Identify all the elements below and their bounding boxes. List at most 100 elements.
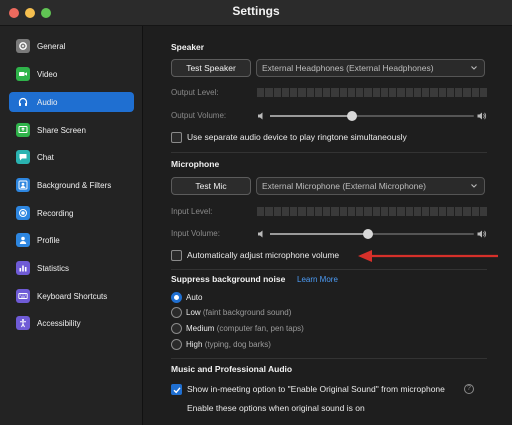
volume-fill bbox=[270, 115, 352, 117]
input-volume-label: Input Volume: bbox=[171, 229, 220, 238]
meter-segment bbox=[389, 207, 397, 216]
sidebar-item-statistics[interactable]: Statistics bbox=[9, 258, 134, 278]
radio-option-name: Medium bbox=[186, 324, 215, 333]
meter-segment bbox=[479, 88, 487, 97]
volume-low-icon bbox=[258, 230, 263, 238]
meter-segment bbox=[413, 207, 421, 216]
volume-high-icon bbox=[477, 230, 487, 238]
meter-segment bbox=[372, 88, 380, 97]
chat-bubble-icon bbox=[16, 150, 30, 164]
meter-segment bbox=[397, 88, 405, 97]
output-level-meter bbox=[257, 88, 487, 97]
meter-segment bbox=[273, 88, 281, 97]
test-speaker-button[interactable]: Test Speaker bbox=[171, 59, 251, 77]
meter-segment bbox=[471, 88, 479, 97]
bar-chart-icon bbox=[16, 261, 30, 275]
noise-option-auto-radio[interactable] bbox=[171, 292, 182, 303]
separate-ringtone-device-checkbox[interactable] bbox=[171, 132, 182, 143]
meter-segment bbox=[405, 207, 413, 216]
sidebar-item-label: Keyboard Shortcuts bbox=[37, 291, 108, 301]
auto-adjust-mic-volume-label: Automatically adjust microphone volume bbox=[187, 250, 340, 260]
gear-icon bbox=[16, 39, 30, 53]
meter-segment bbox=[323, 88, 331, 97]
original-sound-checkbox[interactable] bbox=[171, 384, 182, 395]
radio-option-description: (computer fan, pen taps) bbox=[216, 324, 304, 333]
speaker-section-title: Speaker bbox=[171, 42, 205, 52]
meter-segment bbox=[306, 207, 314, 216]
headphones-icon bbox=[16, 95, 30, 109]
section-divider bbox=[171, 152, 487, 153]
radio-option-description: (faint background sound) bbox=[202, 308, 292, 317]
volume-knob[interactable] bbox=[346, 111, 357, 121]
volume-fill bbox=[270, 233, 368, 235]
meter-segment bbox=[306, 88, 314, 97]
person-background-icon bbox=[16, 178, 30, 192]
sidebar-item-keyboard-shortcuts[interactable]: Keyboard Shortcuts bbox=[9, 286, 134, 306]
separate-ringtone-device-label: Use separate audio device to play ringto… bbox=[187, 132, 407, 142]
sidebar-item-label: Share Screen bbox=[37, 125, 86, 135]
meter-segment bbox=[438, 207, 446, 216]
sidebar-item-chat[interactable]: Chat bbox=[9, 147, 134, 167]
test-mic-button[interactable]: Test Mic bbox=[171, 177, 251, 195]
meter-segment bbox=[380, 88, 388, 97]
person-icon bbox=[16, 233, 30, 247]
noise-option-medium-radio[interactable] bbox=[171, 323, 182, 334]
noise-option-high-label: High (typing, dog barks) bbox=[186, 340, 271, 349]
meter-segment bbox=[298, 207, 306, 216]
sidebar-item-profile[interactable]: Profile bbox=[9, 230, 134, 250]
meter-segment bbox=[331, 88, 339, 97]
learn-more-link[interactable]: Learn More bbox=[297, 275, 338, 284]
microphone-device-value: External Microphone (External Microphone… bbox=[262, 181, 426, 191]
meter-segment bbox=[364, 207, 372, 216]
help-icon[interactable]: ? bbox=[464, 384, 474, 394]
checkmark-icon bbox=[173, 387, 181, 394]
chevron-down-icon bbox=[471, 184, 477, 188]
meter-segment bbox=[290, 207, 298, 216]
output-volume-slider[interactable] bbox=[257, 111, 487, 121]
volume-low-icon bbox=[258, 112, 263, 120]
meter-segment bbox=[339, 207, 347, 216]
sidebar-item-share-screen[interactable]: Share Screen bbox=[9, 120, 134, 140]
meter-segment bbox=[281, 207, 289, 216]
keyboard-icon bbox=[16, 289, 30, 303]
meter-segment bbox=[372, 207, 380, 216]
meter-segment bbox=[455, 207, 463, 216]
auto-adjust-mic-volume-checkbox[interactable] bbox=[171, 250, 182, 261]
record-icon bbox=[16, 206, 30, 220]
radio-option-name: High bbox=[186, 340, 203, 349]
share-screen-icon bbox=[16, 123, 30, 137]
volume-knob[interactable] bbox=[362, 229, 373, 239]
sidebar-item-video[interactable]: Video bbox=[9, 64, 134, 84]
meter-segment bbox=[422, 207, 430, 216]
microphone-device-select[interactable]: External Microphone (External Microphone… bbox=[256, 177, 485, 195]
sidebar-item-audio[interactable]: Audio bbox=[9, 92, 134, 112]
input-level-meter bbox=[257, 207, 487, 216]
sidebar-item-label: Video bbox=[37, 69, 58, 79]
window-title: Settings bbox=[232, 4, 280, 18]
noise-option-low-radio[interactable] bbox=[171, 307, 182, 318]
meter-segment bbox=[397, 207, 405, 216]
volume-track bbox=[270, 229, 474, 239]
music-professional-audio-title: Music and Professional Audio bbox=[171, 364, 293, 374]
meter-segment bbox=[380, 207, 388, 216]
meter-segment bbox=[422, 88, 430, 97]
sidebar-item-background-filters[interactable]: Background & Filters bbox=[9, 175, 134, 195]
meter-segment bbox=[438, 88, 446, 97]
meter-segment bbox=[257, 207, 265, 216]
output-level-label: Output Level: bbox=[171, 88, 219, 97]
sidebar-item-general[interactable]: General bbox=[9, 36, 134, 56]
noise-option-high-radio[interactable] bbox=[171, 339, 182, 350]
sidebar-item-label: Background & Filters bbox=[37, 180, 112, 190]
accessibility-icon bbox=[16, 316, 30, 330]
video-camera-icon bbox=[16, 67, 30, 81]
meter-segment bbox=[479, 207, 487, 216]
volume-track bbox=[270, 111, 474, 121]
meter-segment bbox=[290, 88, 298, 97]
meter-segment bbox=[314, 207, 322, 216]
sidebar-item-recording[interactable]: Recording bbox=[9, 203, 134, 223]
meter-segment bbox=[455, 88, 463, 97]
sidebar-item-accessibility[interactable]: Accessibility bbox=[9, 313, 134, 333]
sidebar-item-label: General bbox=[37, 41, 66, 51]
speaker-device-select[interactable]: External Headphones (External Headphones… bbox=[256, 59, 485, 77]
input-volume-slider[interactable] bbox=[257, 229, 487, 239]
